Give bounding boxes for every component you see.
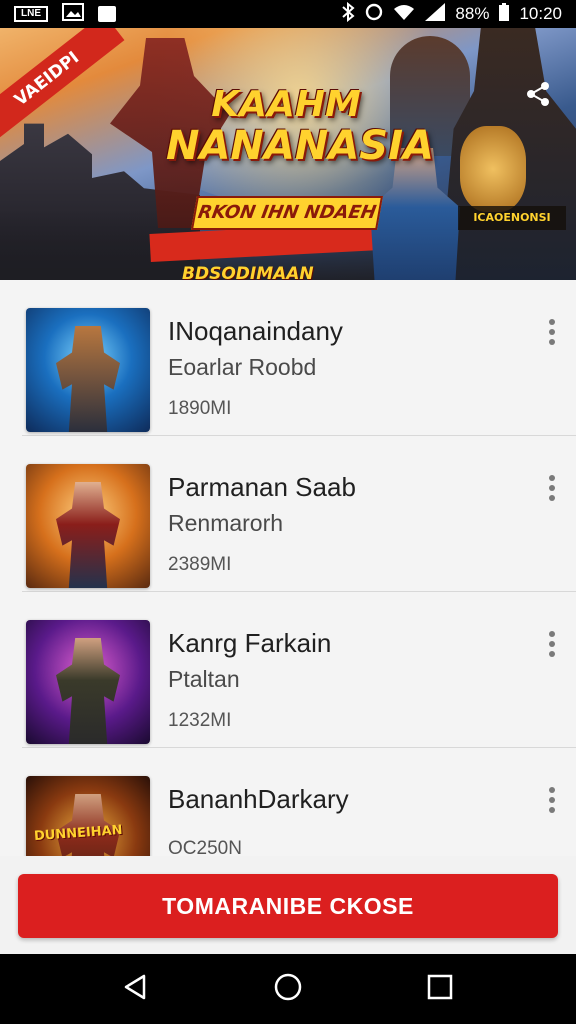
game-thumbnail[interactable] xyxy=(26,308,150,432)
back-icon xyxy=(122,973,150,1006)
corner-ribbon: VAEIDPI xyxy=(0,28,125,145)
list-item[interactable]: Parmanan Saab Renmarorh 2389MI xyxy=(22,436,576,592)
list-item[interactable]: Kanrg Farkain Ptaltan 1232MI xyxy=(22,592,576,748)
hero-banner[interactable]: VAEIDPI KAAHM NANANASIA RKON IHN NDAEH B… xyxy=(0,28,576,280)
thumbnail-figure xyxy=(56,638,120,744)
battery-percent: 88% xyxy=(455,4,490,23)
alarm-icon xyxy=(365,3,383,26)
app-icon xyxy=(98,6,116,22)
list-item[interactable]: INoqanaindany Eoarlar Roobd 1890MI xyxy=(22,280,576,436)
item-subtitle: Eoarlar Roobd xyxy=(168,354,317,380)
item-subtitle: Renmarorh xyxy=(168,510,284,536)
banner-title-line2: NANANASIA xyxy=(166,123,434,169)
status-bar: LNE 88% 10:20 xyxy=(0,0,576,28)
game-thumbnail[interactable] xyxy=(26,464,150,588)
item-title: INoqanaindany xyxy=(168,316,343,346)
item-title: Kanrg Farkain xyxy=(168,628,332,658)
item-size: 1232MI xyxy=(168,710,232,731)
wifi-icon xyxy=(393,3,415,26)
item-size: 2389MI xyxy=(168,554,232,575)
more-options-icon[interactable] xyxy=(540,784,564,816)
signal-icon xyxy=(425,2,446,26)
more-options-icon[interactable] xyxy=(540,472,564,504)
battery-icon xyxy=(499,2,510,26)
item-size: 1890MI xyxy=(168,398,232,419)
clock: 10:20 xyxy=(519,4,562,23)
item-title: BananhDarkary xyxy=(168,784,349,814)
banner-side-label: ICAOENONSI xyxy=(458,206,566,230)
banner-title-line1: KAAHM xyxy=(211,84,361,125)
game-list[interactable]: INoqanaindany Eoarlar Roobd 1890MI Parma… xyxy=(0,280,576,856)
banner-title: KAAHM NANANASIA xyxy=(166,84,434,169)
navigation-bar xyxy=(0,954,576,1024)
list-item[interactable]: DUNNEIHAN BananhDarkary OC250N xyxy=(22,748,576,856)
item-size: OC250N xyxy=(168,838,242,856)
game-thumbnail[interactable] xyxy=(26,620,150,744)
bluetooth-icon xyxy=(341,1,355,27)
share-icon xyxy=(524,80,552,113)
thumbnail-figure xyxy=(56,482,120,588)
banner-subtitle: RKON IHN NDAEH xyxy=(191,196,383,230)
thumbnail-figure xyxy=(56,326,120,432)
banner-tagline: BDSODIMAAN xyxy=(182,264,314,280)
back-button[interactable] xyxy=(114,967,158,1011)
item-subtitle: Ptaltan xyxy=(168,666,240,692)
more-options-icon[interactable] xyxy=(540,628,564,660)
item-title: Parmanan Saab xyxy=(168,472,356,502)
recents-button[interactable] xyxy=(418,967,462,1011)
home-icon xyxy=(273,972,303,1007)
recents-icon xyxy=(427,974,453,1005)
share-button[interactable] xyxy=(520,78,556,114)
more-options-icon[interactable] xyxy=(540,316,564,348)
game-thumbnail[interactable]: DUNNEIHAN xyxy=(26,776,150,856)
image-icon: LNE xyxy=(14,6,48,22)
primary-action-button[interactable]: TOMARANIBE CKOSE xyxy=(18,874,558,938)
photo-icon xyxy=(62,2,84,26)
home-button[interactable] xyxy=(266,967,310,1011)
banner-golden-mask xyxy=(460,126,526,212)
